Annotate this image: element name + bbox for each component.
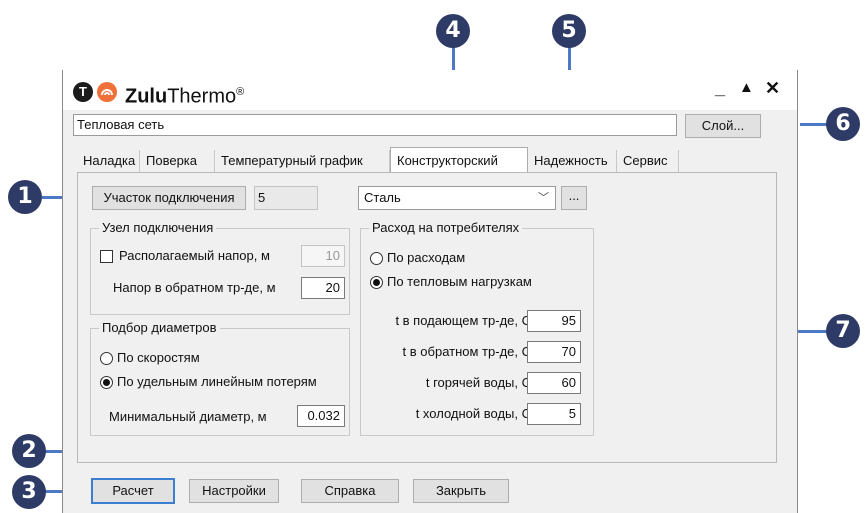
connection-node-title: Узел подключения [99,220,217,236]
available-head-label: Располагаемый напор, м [119,248,270,263]
consumer-flow-title: Расход на потребителях [369,220,523,236]
hot-water-temp-input[interactable]: 60 [527,372,581,394]
tab-service[interactable]: Сервис [617,150,679,172]
minimize-button[interactable]: _ [715,78,725,98]
material-browse-button[interactable]: ... [561,186,587,210]
tab-temperature-chart[interactable]: Температурный график [215,150,390,172]
help-button[interactable]: Справка [301,479,399,503]
layer-button[interactable]: Слой... [685,114,761,138]
calculate-button[interactable]: Расчет [91,478,175,504]
supply-temp-label: t в подающем тр-де, С [395,313,531,328]
by-heat-load-radio[interactable] [370,276,383,289]
available-head-checkbox[interactable] [100,250,113,263]
min-diameter-label: Минимальный диаметр, м [109,409,267,424]
diameter-selection-title: Подбор диаметров [99,320,220,336]
by-losses-label: По удельным линейным потерям [117,374,317,389]
by-flow-label: По расходам [387,250,466,265]
close-button[interactable]: Закрыть [413,479,509,503]
tab-tuning[interactable]: Наладка [77,150,140,172]
diameter-selection-group: Подбор диаметров По скоростям По удельны… [90,320,350,436]
app-title: ZuluThermo® [125,85,245,108]
close-window-button[interactable]: ✕ [765,78,780,98]
design-panel: Участок подключения 5 Сталь ﹀ ... Узел п… [77,172,777,463]
cold-water-temp-label: t холодной воды, С [415,406,531,421]
callout-4: 4 [436,14,470,48]
min-diameter-input[interactable]: 0.032 [297,405,345,427]
callout-1: 1 [8,180,42,214]
return-temp-label: t в обратном тр-де, С [402,344,531,359]
tab-design[interactable]: Конструкторский [390,147,528,173]
title-bar: T ZuluThermo® _ ▲ ✕ [63,70,797,110]
available-head-input[interactable]: 10 [301,245,345,267]
material-select[interactable]: Сталь ﹀ [358,186,556,210]
wave-logo-icon [97,82,117,102]
connection-node-group: Узел подключения Располагаемый напор, м … [90,220,350,315]
supply-temp-input[interactable]: 95 [527,310,581,332]
network-name-field[interactable]: Тепловая сеть [73,114,677,136]
by-heat-load-label: По тепловым нагрузкам [387,274,532,289]
chevron-down-icon: ﹀ [538,192,549,204]
consumer-flow-group: Расход на потребителях По расходам По те… [360,220,594,436]
by-speed-radio[interactable] [100,352,113,365]
maximize-button[interactable]: ▲ [739,78,754,98]
zulu-t-logo-icon: T [73,82,93,102]
segment-id-field: 5 [254,186,318,210]
material-value: Сталь [364,190,401,205]
callout-2: 2 [12,434,46,468]
callout-7: 7 [826,314,860,348]
settings-button[interactable]: Настройки [189,479,279,503]
return-head-input[interactable]: 20 [301,277,345,299]
return-temp-input[interactable]: 70 [527,341,581,363]
callout-6: 6 [826,107,860,141]
by-speed-label: По скоростям [117,350,200,365]
tab-verification[interactable]: Поверка [140,150,215,172]
cold-water-temp-input[interactable]: 5 [527,403,581,425]
hot-water-temp-label: t горячей воды, С [425,375,531,390]
return-head-label: Напор в обратном тр-де, м [113,280,276,295]
callout-3: 3 [12,475,46,509]
tab-reliability[interactable]: Надежность [528,150,617,172]
callout-5: 5 [552,14,586,48]
by-losses-radio[interactable] [100,376,113,389]
connection-segment-button[interactable]: Участок подключения [92,186,246,210]
by-flow-radio[interactable] [370,252,383,265]
app-window: T ZuluThermo® _ ▲ ✕ Тепловая сеть Слой..… [62,70,798,513]
